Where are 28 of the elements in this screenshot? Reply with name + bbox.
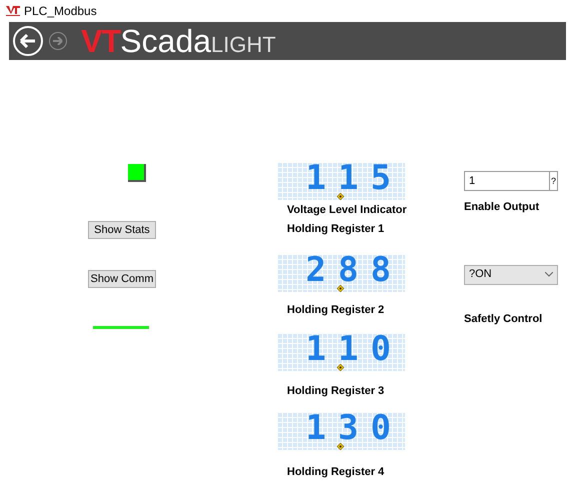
display-value: 130 [306, 413, 403, 443]
warning-diamond-icon [337, 193, 344, 200]
register-label: Holding Register 4 [287, 466, 386, 479]
right-arrow-icon [53, 37, 63, 45]
field-hint: ? [549, 172, 557, 190]
chevron-down-icon [545, 272, 553, 277]
register-label: Holding Register 1 [287, 223, 386, 236]
display-value: 288 [306, 255, 403, 285]
enable-output-label: Enable Output [464, 200, 540, 215]
left-arrow-icon [20, 34, 36, 48]
display-value: 115 [306, 163, 403, 193]
action-button[interactable]: Show Stats [88, 221, 156, 239]
register-label: Holding Register 2 [287, 304, 386, 317]
register-label: Holding Register 3 [287, 385, 386, 398]
register-label: Voltage Level Indicator [287, 204, 408, 217]
safety-control-label: Safetly Control [464, 312, 542, 326]
enable-output-field[interactable]: 1 ? [464, 171, 558, 191]
window-title: PLC_Modbus [24, 3, 97, 20]
display-value: 110 [306, 334, 403, 364]
back-button[interactable] [13, 26, 43, 56]
action-button[interactable]: Show Comm [88, 270, 156, 288]
safety-control-select[interactable]: ?ON [464, 264, 558, 284]
vtscada-logo: VTScadaLIGHT [81, 25, 276, 57]
forward-button[interactable] [49, 32, 67, 50]
warning-diamond-icon [337, 443, 344, 450]
app-logo-icon [6, 6, 20, 16]
warning-diamond-icon [337, 285, 344, 292]
warning-diamond-icon [337, 364, 344, 371]
